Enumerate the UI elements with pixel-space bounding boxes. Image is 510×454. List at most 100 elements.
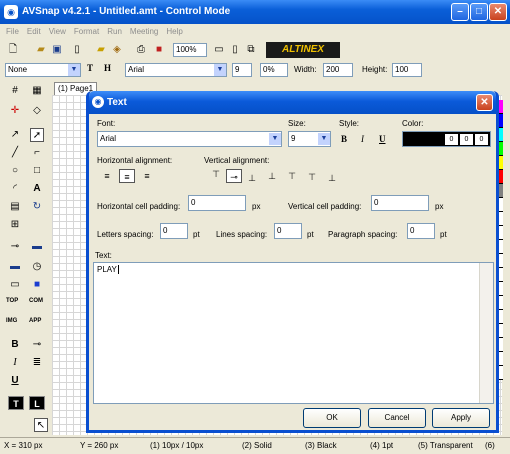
- align-center-icon[interactable]: ≡: [119, 169, 135, 183]
- ok-button[interactable]: OK: [303, 408, 361, 428]
- rotate-tool-icon[interactable]: ↻: [30, 200, 44, 214]
- v-align-raise-icon[interactable]: ⊤: [284, 169, 300, 183]
- width-label: Width:: [294, 65, 317, 74]
- package-icon[interactable]: ◈: [110, 43, 124, 57]
- align-right-icon[interactable]: ≡: [139, 169, 155, 183]
- dialog-font-select[interactable]: Arial ▼: [97, 131, 282, 147]
- fit-page-icon[interactable]: ▯: [228, 43, 242, 57]
- button-tool-icon[interactable]: ■: [30, 278, 44, 292]
- node-tool-icon[interactable]: ⌐: [30, 146, 44, 160]
- page-view-icon[interactable]: ▭: [212, 43, 226, 57]
- italic-icon[interactable]: I: [8, 356, 22, 370]
- folder-icon[interactable]: ▰: [94, 43, 108, 57]
- h-padding-field[interactable]: 0: [188, 195, 246, 211]
- height-field[interactable]: 100: [392, 63, 422, 77]
- menu-edit[interactable]: Edit: [27, 27, 41, 36]
- color-red-field[interactable]: 0: [445, 134, 458, 145]
- diamond-icon[interactable]: ◇: [30, 104, 44, 118]
- menu-format[interactable]: Format: [74, 27, 99, 36]
- t-button[interactable]: T: [8, 396, 24, 410]
- top-tool[interactable]: TOP: [6, 298, 18, 304]
- text-scrollbar[interactable]: [479, 263, 493, 403]
- line-style-select[interactable]: None ▼: [5, 63, 81, 77]
- align-grid-icon[interactable]: ▦: [30, 84, 44, 98]
- height-label: Height:: [362, 65, 388, 74]
- style-label: Style:: [339, 119, 360, 128]
- font-select[interactable]: Arial ▼: [125, 63, 227, 77]
- percent-field[interactable]: 0%: [260, 63, 288, 77]
- v-align-bottom-icon[interactable]: ⊥: [244, 171, 260, 185]
- picture-tool-icon[interactable]: ▤: [8, 200, 22, 214]
- copy-page-icon[interactable]: ⧉: [244, 43, 258, 57]
- v-align-middle-icon[interactable]: ⊸: [226, 169, 242, 183]
- dialog-close-button[interactable]: ✕: [476, 94, 493, 111]
- lines-spacing-field[interactable]: 0: [274, 223, 302, 239]
- grid-icon[interactable]: #: [8, 84, 22, 98]
- menu-help[interactable]: Help: [166, 27, 182, 36]
- v-align-top-icon[interactable]: ⊤: [208, 167, 224, 181]
- menu-meeting[interactable]: Meeting: [130, 27, 158, 36]
- v-align-baseline-icon[interactable]: ⊥: [264, 169, 280, 183]
- clock-icon[interactable]: ◷: [30, 260, 44, 274]
- minus-icon[interactable]: ⊸: [30, 338, 44, 352]
- bold-button[interactable]: B: [341, 134, 347, 144]
- select-arrow-icon[interactable]: ➚: [30, 128, 44, 142]
- minimize-button[interactable]: –: [451, 3, 469, 21]
- ellipse-tool-icon[interactable]: ○: [8, 164, 22, 178]
- device-icon[interactable]: ▭: [8, 278, 22, 292]
- apply-button[interactable]: Apply: [432, 408, 490, 428]
- text-tool-icon[interactable]: A: [30, 182, 44, 196]
- cancel-button[interactable]: Cancel: [368, 408, 426, 428]
- italic-button[interactable]: I: [361, 134, 364, 144]
- menu-view[interactable]: View: [49, 27, 66, 36]
- app-tool[interactable]: APP: [29, 318, 41, 324]
- rectangle-tool-icon[interactable]: □: [30, 164, 44, 178]
- maximize-button[interactable]: □: [470, 3, 488, 21]
- pointer-icon[interactable]: ↗: [8, 128, 22, 142]
- save-icon[interactable]: ▣: [50, 43, 64, 57]
- v-padding-unit: px: [435, 202, 444, 211]
- color-blue-field[interactable]: 0: [475, 134, 488, 145]
- color-green-field[interactable]: 0: [460, 134, 473, 145]
- font-size-field[interactable]: 9: [232, 63, 252, 77]
- arc-tool-icon[interactable]: ◜: [8, 182, 22, 196]
- lines-spacing-unit: pt: [307, 230, 314, 239]
- close-window-button[interactable]: ✕: [489, 3, 507, 21]
- underline-button[interactable]: U: [379, 134, 386, 144]
- pointer-icon[interactable]: ↖: [34, 418, 48, 432]
- text-mode-h[interactable]: H: [104, 63, 111, 73]
- document-icon[interactable]: ▯: [70, 43, 84, 57]
- dialog-size-select[interactable]: 9 ▼: [288, 131, 331, 147]
- module-icon[interactable]: ▬: [30, 240, 44, 254]
- zoom-field[interactable]: 100%: [173, 43, 207, 57]
- align-left-icon[interactable]: ≡: [99, 169, 115, 183]
- align-lines-icon[interactable]: ≣: [30, 356, 44, 370]
- stop-icon[interactable]: ■: [152, 43, 166, 57]
- crosshair-icon[interactable]: ✛: [8, 104, 22, 118]
- print-icon[interactable]: ⎙: [134, 43, 148, 57]
- menu-file[interactable]: File: [6, 27, 19, 36]
- v-padding-field[interactable]: 0: [371, 195, 429, 211]
- open-folder-icon[interactable]: ▰: [34, 43, 48, 57]
- com-tool[interactable]: COM: [29, 298, 43, 304]
- h-padding-unit: px: [252, 202, 261, 211]
- line-tool-icon[interactable]: ╱: [8, 146, 22, 160]
- new-file-icon[interactable]: 🗋: [6, 43, 20, 57]
- v-align-lower-icon[interactable]: ⊤: [304, 170, 320, 184]
- table-tool-icon[interactable]: ⊞: [8, 218, 22, 232]
- img-tool[interactable]: IMG: [6, 318, 17, 324]
- v-align-bottom2-icon[interactable]: ⊥: [324, 171, 340, 185]
- width-field[interactable]: 200: [323, 63, 353, 77]
- status-bar: X = 310 px Y = 260 px (1) 10px / 10px (2…: [0, 437, 510, 454]
- text-input-area[interactable]: PLAY: [93, 262, 494, 404]
- slider-icon[interactable]: ▬: [8, 260, 22, 274]
- letters-spacing-field[interactable]: 0: [160, 223, 188, 239]
- l-button[interactable]: L: [29, 396, 45, 410]
- underline-icon[interactable]: U: [8, 374, 22, 388]
- paragraph-spacing-field[interactable]: 0: [407, 223, 435, 239]
- bold-icon[interactable]: B: [8, 338, 22, 352]
- menu-run[interactable]: Run: [107, 27, 122, 36]
- color-swatch[interactable]: 0 0 0: [402, 131, 491, 147]
- text-mode-t[interactable]: T: [87, 63, 93, 73]
- connector-icon[interactable]: ⊸: [8, 240, 22, 254]
